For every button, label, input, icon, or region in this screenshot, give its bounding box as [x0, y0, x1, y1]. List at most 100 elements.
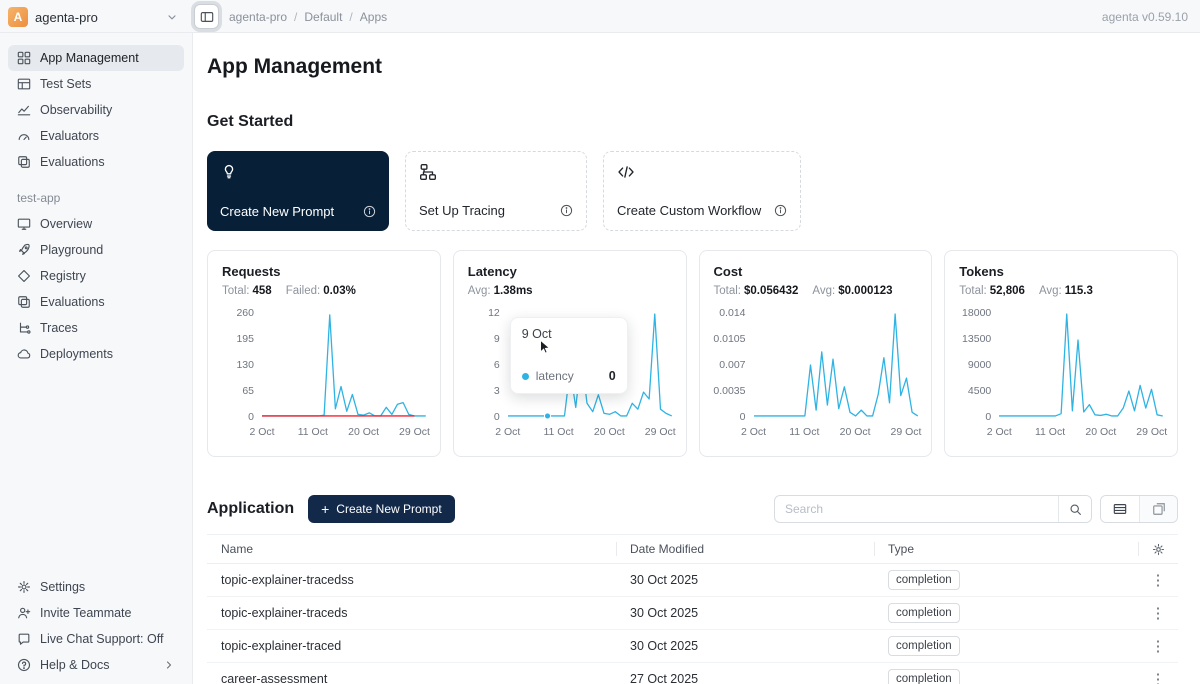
sidebar-item-app-management[interactable]: App Management [8, 45, 184, 71]
x-tick-label: 29 Oct [399, 426, 430, 438]
user-plus-icon [17, 606, 31, 620]
sidebar-item-observability[interactable]: Observability [8, 97, 184, 123]
sidebar-item-label: Invite Teammate [40, 606, 131, 620]
stat-value: 52,806 [990, 285, 1025, 297]
chart-plot[interactable] [754, 313, 918, 417]
sidebar-item-help-docs[interactable]: Help & Docs [8, 652, 184, 678]
row-menu-button[interactable]: ⋮ [1138, 670, 1178, 684]
workspace-name: agenta-pro [35, 10, 98, 25]
y-tick-label: 13500 [962, 333, 991, 345]
requests-chart-card: Requests Total:458 Failed:0.03% 26019513… [207, 250, 441, 457]
card-view-button[interactable] [1139, 496, 1177, 522]
tooltip-value: 0 [609, 369, 616, 383]
x-tick-label: 20 Oct [348, 426, 379, 438]
create-new-prompt-card[interactable]: Create New Prompt [207, 151, 389, 231]
y-tick-label: 0.007 [719, 359, 745, 371]
chart-line-svg [999, 313, 1163, 417]
info-icon[interactable] [774, 204, 787, 217]
grid-icon [17, 51, 31, 65]
chart-title: Requests [222, 264, 426, 279]
stat-value: $0.000123 [838, 285, 892, 297]
chart-title: Latency [468, 264, 672, 279]
cards-view-icon [1152, 502, 1166, 516]
sidebar-toggle-button[interactable] [194, 4, 219, 29]
x-tick-label: 11 Oct [298, 426, 328, 438]
stat-value: 115.3 [1065, 285, 1093, 297]
stat-value: 0.03% [323, 285, 356, 297]
info-icon[interactable] [560, 204, 573, 217]
row-menu-button[interactable]: ⋮ [1138, 571, 1178, 589]
sidebar-item-deployments[interactable]: Deployments [8, 341, 184, 367]
column-header-date-modified[interactable]: Date Modified [616, 535, 874, 563]
y-tick-label: 0 [740, 411, 746, 423]
sidebar-item-test-sets[interactable]: Test Sets [8, 71, 184, 97]
chart-plot[interactable] [262, 313, 426, 417]
search-input[interactable] [775, 496, 1058, 522]
sidebar-item-traces[interactable]: Traces [8, 315, 184, 341]
breadcrumb-page[interactable]: Apps [342, 10, 387, 24]
breadcrumb-workspace[interactable]: agenta-pro [229, 10, 287, 24]
breadcrumb-project[interactable]: Default [287, 10, 342, 24]
stat-label: Total: [222, 285, 250, 297]
y-tick-label: 12 [488, 307, 500, 319]
gear-icon [17, 580, 31, 594]
sidebar-item-label: Observability [40, 103, 112, 117]
layers-icon [17, 295, 31, 309]
app-name-cell: topic-explainer-traced [207, 639, 616, 653]
row-menu-button[interactable]: ⋮ [1138, 637, 1178, 655]
sidebar-item-app-evaluations[interactable]: Evaluations [8, 289, 184, 315]
create-custom-workflow-card[interactable]: Create Custom Workflow [603, 151, 801, 231]
type-badge: completion [888, 669, 960, 684]
y-axis: 0.0140.01050.0070.00350 [714, 313, 746, 417]
table-row[interactable]: topic-explainer-traceds 30 Oct 2025 comp… [207, 597, 1178, 630]
sidebar-item-label: Settings [40, 580, 85, 594]
sidebar-item-settings[interactable]: Settings [8, 574, 184, 600]
table-row[interactable]: career-assessment 27 Oct 2025 completion… [207, 663, 1178, 684]
sidebar-app-section-label: test-app [8, 191, 184, 205]
get-started-title: Get Started [207, 113, 1178, 131]
diamond-icon [17, 269, 31, 283]
app-name-cell: career-assessment [207, 672, 616, 684]
latency-chart-card: Latency Avg:1.38ms 129630 2 Oct11 Oct20 … [453, 250, 687, 457]
table-icon [17, 77, 31, 91]
code-icon [617, 163, 787, 181]
gear-icon[interactable] [1152, 543, 1165, 556]
sidebar-item-evaluations[interactable]: Evaluations [8, 149, 184, 175]
y-tick-label: 3 [494, 385, 500, 397]
sidebar-item-overview[interactable]: Overview [8, 211, 184, 237]
search-button[interactable] [1058, 496, 1091, 522]
sidebar-item-label: Overview [40, 217, 92, 231]
column-header-name[interactable]: Name [207, 535, 616, 563]
y-tick-label: 6 [494, 359, 500, 371]
metrics-charts: Requests Total:458 Failed:0.03% 26019513… [207, 250, 1178, 457]
gauge-icon [17, 129, 31, 143]
x-tick-label: 20 Oct [1085, 426, 1116, 438]
row-menu-button[interactable]: ⋮ [1138, 604, 1178, 622]
column-settings-cell [1138, 535, 1178, 563]
type-badge: completion [888, 636, 960, 656]
table-row[interactable]: topic-explainer-tracedss 30 Oct 2025 com… [207, 564, 1178, 597]
create-new-prompt-button[interactable]: + Create New Prompt [308, 495, 455, 523]
sidebar-item-registry[interactable]: Registry [8, 263, 184, 289]
table-row[interactable]: topic-explainer-traced 30 Oct 2025 compl… [207, 630, 1178, 663]
chart-line-svg [262, 313, 426, 417]
table-view-button[interactable] [1101, 496, 1139, 522]
sidebar: App Management Test Sets Observability E… [0, 33, 193, 684]
stat-label: Failed: [286, 285, 321, 297]
chat-bubble-icon [17, 632, 31, 646]
info-icon[interactable] [363, 205, 376, 218]
column-header-type[interactable]: Type [874, 535, 1138, 563]
set-up-tracing-card[interactable]: Set Up Tracing [405, 151, 587, 231]
chart-stats: Total:458 Failed:0.03% [222, 285, 426, 297]
cost-chart-card: Cost Total:$0.056432 Avg:$0.000123 0.014… [699, 250, 933, 457]
version-label: agenta v0.59.10 [1102, 0, 1188, 33]
workspace-selector[interactable]: A agenta-pro [8, 6, 178, 28]
chart-plot[interactable] [999, 313, 1163, 417]
sidebar-item-label: Playground [40, 243, 103, 257]
sidebar-item-playground[interactable]: Playground [8, 237, 184, 263]
sidebar-item-invite-teammate[interactable]: Invite Teammate [8, 600, 184, 626]
sidebar-item-live-chat[interactable]: Live Chat Support: Off [8, 626, 184, 652]
sidebar-item-evaluators[interactable]: Evaluators [8, 123, 184, 149]
table-header: Name Date Modified Type [207, 534, 1178, 564]
tooltip-date: 9 Oct [522, 327, 616, 341]
